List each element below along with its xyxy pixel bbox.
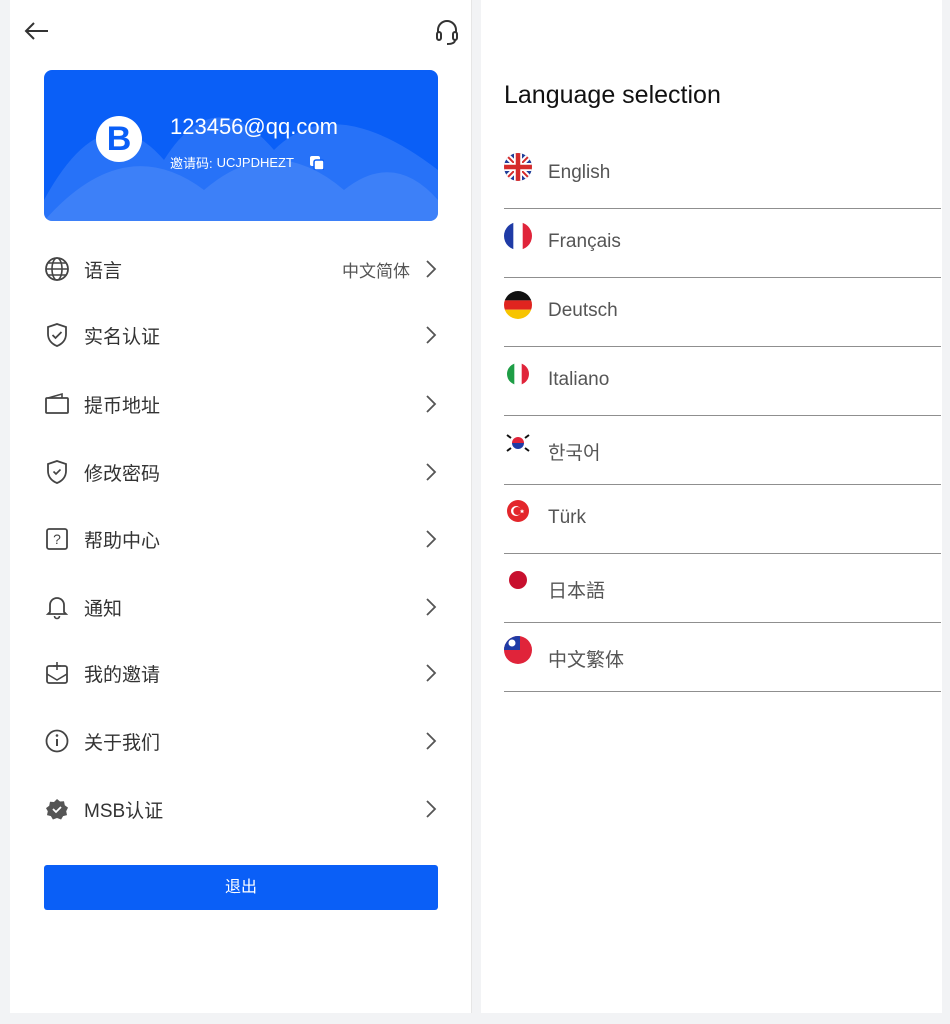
shield-check-icon <box>44 322 70 348</box>
invite-code-label: 邀请码: <box>170 156 213 171</box>
invite-code-row: 邀请码: UCJPDHEZT <box>170 153 325 172</box>
menu-label: 实名认证 <box>84 326 161 348</box>
italy-flag-icon <box>507 363 529 385</box>
germany-flag-icon <box>504 291 532 319</box>
chevron-right-icon <box>424 461 438 483</box>
language-option-german[interactable]: Deutsch <box>504 278 941 347</box>
shield-lock-icon <box>44 459 70 485</box>
menu-item-change-password[interactable]: 修改密码 <box>44 452 438 492</box>
language-name: Türk <box>548 507 586 528</box>
menu-label: 帮助中心 <box>84 530 161 552</box>
language-name: Italiano <box>548 369 610 390</box>
language-option-italian[interactable]: Italiano <box>504 347 941 416</box>
language-name: English <box>548 162 611 183</box>
menu-item-my-invitations[interactable]: 我的邀请 <box>44 653 438 693</box>
language-option-french[interactable]: Français <box>504 209 941 278</box>
menu-label: 我的邀请 <box>84 664 161 686</box>
uk-flag-icon <box>504 153 532 181</box>
language-selection-panel: Language selection English Français Deut… <box>481 0 942 1013</box>
menu-item-withdraw-address[interactable]: 提币地址 <box>44 384 438 424</box>
menu-item-language[interactable]: 语言 中文简体 <box>44 249 438 289</box>
menu-label: 通知 <box>84 598 123 620</box>
user-email: 123456@qq.com <box>170 114 338 139</box>
svg-text:?: ? <box>53 531 61 547</box>
menu-label: MSB认证 <box>84 800 164 822</box>
language-name: 中文繁体 <box>548 650 625 671</box>
current-language-value: 中文简体 <box>342 261 410 281</box>
profile-panel: B 123456@qq.com 邀请码: UCJPDHEZT 语言 中文简体 实… <box>10 0 472 1013</box>
chevron-right-icon <box>424 596 438 618</box>
chevron-right-icon <box>424 393 438 415</box>
menu-item-about-us[interactable]: 关于我们 <box>44 721 438 761</box>
menu-item-help-center[interactable]: ? 帮助中心 <box>44 519 438 559</box>
back-arrow-icon[interactable] <box>22 16 52 46</box>
chevron-right-icon <box>424 324 438 346</box>
menu-label: 修改密码 <box>84 463 161 485</box>
language-option-japanese[interactable]: 日本語 <box>504 554 941 623</box>
menu-item-notifications[interactable]: 通知 <box>44 587 438 627</box>
language-name: 한국어 <box>548 443 601 464</box>
language-name: Deutsch <box>548 300 618 321</box>
help-icon: ? <box>44 526 70 552</box>
menu-item-identity-verification[interactable]: 实名认证 <box>44 315 438 355</box>
menu-label: 提币地址 <box>84 395 161 417</box>
language-option-traditional-chinese[interactable]: 中文繁体 <box>504 623 941 692</box>
copy-icon[interactable] <box>309 155 325 171</box>
language-option-turkish[interactable]: Türk <box>504 485 941 554</box>
wallet-icon <box>44 391 70 417</box>
language-option-korean[interactable]: 한국어 <box>504 416 941 485</box>
menu-item-msb-certification[interactable]: MSB认证 <box>44 789 438 829</box>
profile-card: B 123456@qq.com 邀请码: UCJPDHEZT <box>44 70 438 221</box>
chevron-right-icon <box>424 730 438 752</box>
invite-code-value: UCJPDHEZT <box>216 155 294 170</box>
chevron-right-icon <box>424 528 438 550</box>
language-name: 日本語 <box>548 581 606 602</box>
info-icon <box>44 728 70 754</box>
chevron-right-icon <box>424 662 438 684</box>
headset-icon[interactable] <box>432 16 462 46</box>
taiwan-flag-icon <box>504 636 532 664</box>
menu-label: 关于我们 <box>84 732 161 754</box>
chevron-right-icon <box>424 258 438 280</box>
bell-icon <box>44 594 70 620</box>
logout-button[interactable]: 退出 <box>44 865 438 910</box>
chevron-right-icon <box>424 798 438 820</box>
globe-icon <box>44 256 70 282</box>
korea-flag-icon <box>504 429 532 457</box>
language-option-english[interactable]: English <box>504 140 941 209</box>
language-name: Français <box>548 231 621 252</box>
invite-icon <box>44 660 70 686</box>
france-flag-icon <box>504 222 532 250</box>
menu-label: 语言 <box>84 260 123 282</box>
brand-logo: B <box>96 116 142 162</box>
page-title: Language selection <box>504 81 721 109</box>
turkey-flag-icon <box>507 500 529 522</box>
japan-flag-icon <box>507 569 529 591</box>
verified-badge-icon <box>44 796 70 822</box>
